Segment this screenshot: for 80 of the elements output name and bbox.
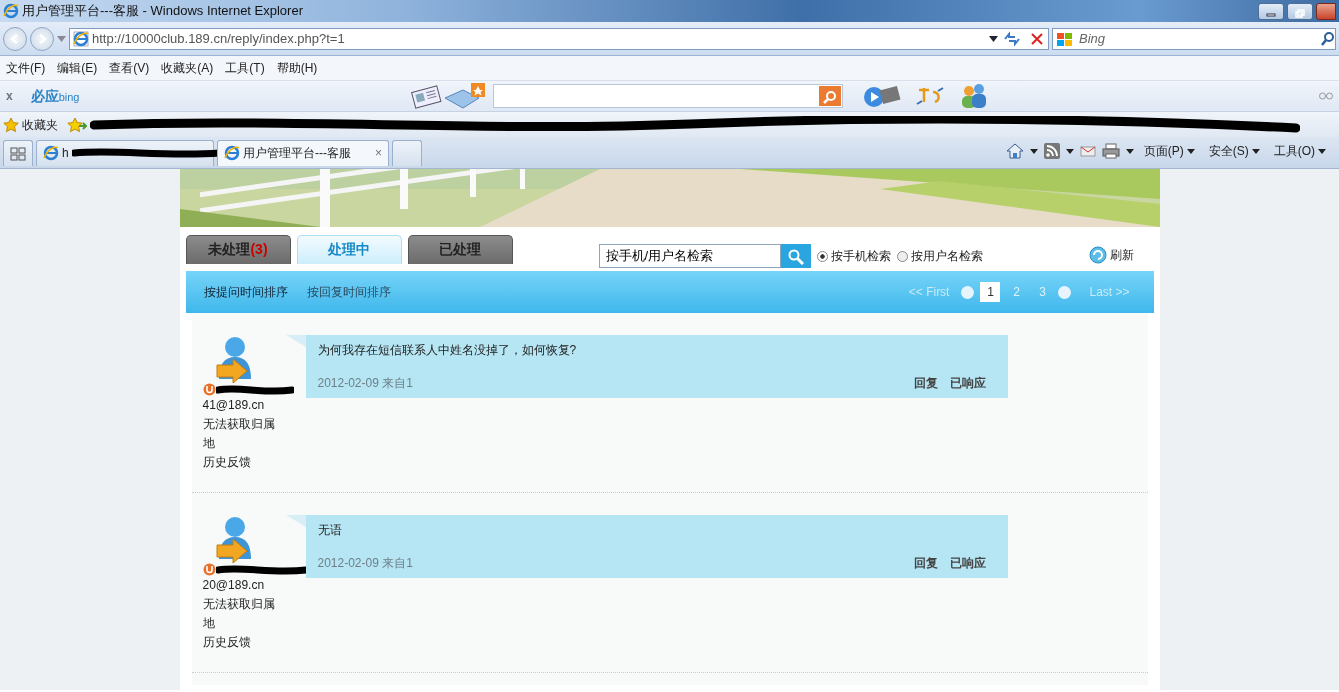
search-icon[interactable] — [1321, 31, 1335, 46]
search-button[interactable] — [780, 244, 811, 268]
question-text: 为何我存在短信联系人中姓名没掉了，如何恢复? — [317, 342, 578, 359]
search-field[interactable]: 按手机/用户名检索 — [598, 244, 781, 268]
restore-button[interactable] — [1287, 2, 1313, 20]
search-icon — [787, 248, 804, 265]
radio-label[interactable]: 按手机检索 — [830, 247, 891, 265]
sort-option[interactable]: 按回复时间排序 — [306, 283, 391, 301]
browser-tab[interactable]: 用户管理平台---客服 × — [217, 139, 389, 166]
star-icon — [3, 116, 19, 133]
restore-icon — [1295, 8, 1305, 18]
status-tab[interactable]: 处理中 — [296, 234, 402, 264]
status-tab[interactable]: 未处理(3) — [185, 234, 291, 264]
search-input[interactable]: Bing — [1077, 27, 1318, 50]
command-menu[interactable]: 工具(O) — [1269, 142, 1330, 160]
refresh-button[interactable]: 刷新 — [1084, 246, 1138, 264]
radio-button[interactable] — [816, 250, 828, 262]
search-button[interactable] — [819, 86, 842, 106]
user-badge-icon — [202, 383, 216, 396]
window-title: 用户管理平台---客服 - Windows Internet Explorer — [22, 2, 303, 21]
menu-item[interactable]: 收藏夹(A) — [161, 59, 214, 77]
radio-label[interactable]: 按用户名检索 — [910, 247, 983, 265]
radio-button[interactable] — [896, 250, 908, 262]
caret-icon[interactable] — [1029, 148, 1038, 154]
close-button[interactable]: x — [6, 87, 13, 105]
search-field[interactable]: Bing — [1052, 27, 1336, 50]
history-link[interactable]: 历史反馈 — [202, 633, 292, 652]
ie-icon — [43, 145, 59, 161]
ie-icon — [224, 145, 240, 161]
forward-button[interactable] — [30, 26, 54, 51]
quick-tabs-button[interactable] — [3, 139, 33, 166]
caret-icon — [1186, 148, 1195, 154]
command-menu[interactable]: 页面(P) — [1139, 142, 1199, 160]
menu-item[interactable]: 工具(T) — [225, 59, 265, 77]
command-menu[interactable]: 安全(S) — [1204, 142, 1264, 160]
bing-logo[interactable]: 必应bing — [30, 85, 80, 107]
action-link[interactable]: 已响应 — [949, 374, 986, 392]
browser-tab[interactable]: h — [36, 139, 214, 166]
more-icon[interactable] — [1319, 92, 1333, 100]
home-icon[interactable] — [1005, 142, 1024, 160]
menu-item[interactable]: 查看(V) — [109, 59, 150, 77]
caret-icon — [1251, 148, 1260, 154]
minimize-button[interactable] — [1258, 2, 1284, 20]
history-link[interactable]: 历史反馈 — [202, 453, 292, 472]
action-link[interactable]: 回复 — [913, 554, 938, 572]
message-meta: 2012-02-09 来自1 — [317, 555, 414, 572]
menu-item[interactable]: 帮助(H) — [276, 59, 318, 77]
menu-item[interactable]: 文件(F) — [6, 59, 46, 77]
refresh-icon — [1088, 246, 1107, 264]
search-icon — [823, 89, 838, 104]
message-meta: 2012-02-09 来自1 — [317, 375, 414, 392]
menu-item[interactable]: 编辑(E) — [57, 59, 98, 77]
add-favorite-icon[interactable] — [67, 116, 87, 133]
question-text: 无语 — [317, 522, 343, 539]
caret-icon[interactable] — [1065, 148, 1074, 154]
windows-logo-icon — [1056, 30, 1074, 47]
action-link[interactable]: 已响应 — [949, 554, 986, 572]
print-icon[interactable] — [1101, 143, 1120, 159]
caret-icon — [1318, 148, 1326, 154]
grid-icon — [10, 146, 26, 161]
page-number[interactable]: 1 — [980, 282, 1001, 302]
favorites-button[interactable]: 收藏夹 — [22, 115, 58, 134]
user-location: 无法获取归属地 — [202, 596, 276, 632]
caret-icon[interactable] — [1125, 148, 1134, 154]
feed-icon[interactable] — [1043, 143, 1060, 159]
close-button[interactable] — [1316, 2, 1336, 20]
bing-search-field[interactable] — [493, 84, 844, 108]
mail-star-icon[interactable] — [443, 82, 488, 110]
back-button[interactable] — [3, 26, 27, 51]
action-link[interactable]: 回复 — [913, 374, 938, 392]
sort-option[interactable]: 按提问时间排序 — [203, 283, 288, 301]
new-tab-button[interactable] — [392, 139, 422, 166]
user-badge-icon — [202, 563, 216, 576]
user-email: 20@189.cn — [202, 577, 266, 594]
user-email: 41@189.cn — [202, 397, 266, 414]
status-tab[interactable]: 已处理 — [407, 234, 513, 264]
mail-icon[interactable] — [1079, 144, 1096, 158]
close-tab-button[interactable]: × — [375, 144, 382, 162]
ie-icon — [3, 3, 19, 19]
user-location: 无法获取归属地 — [202, 416, 276, 452]
